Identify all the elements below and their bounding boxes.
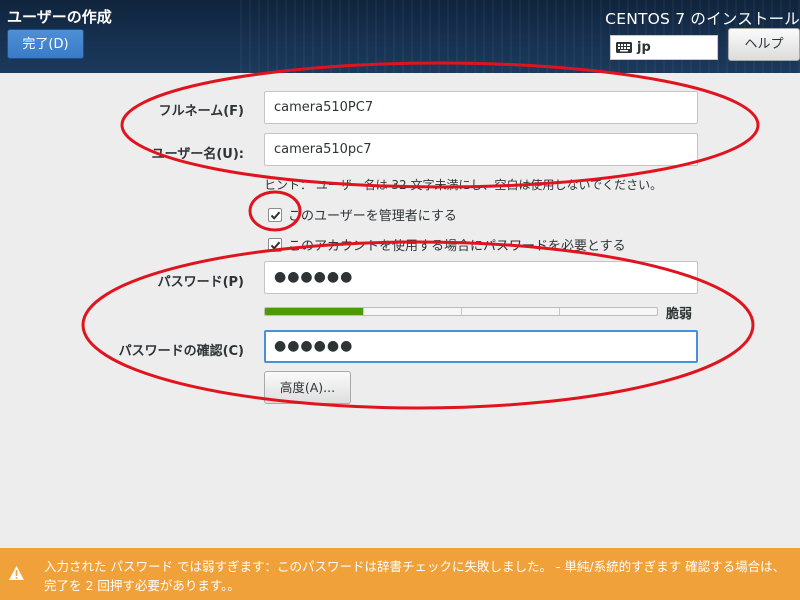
advanced-button[interactable]: 高度(A)... xyxy=(264,371,351,404)
admin-checkbox-label: このユーザーを管理者にする xyxy=(288,209,457,224)
warning-icon xyxy=(9,566,24,580)
confirm-password-label: パスワードの確認(C) xyxy=(118,344,244,359)
done-button[interactable]: 完了(D) xyxy=(7,29,84,59)
require-password-checkbox-label: このアカウントを使用する場合にパスワードを必要とする xyxy=(288,239,626,254)
keyboard-icon xyxy=(616,42,632,53)
annotation-ellipse-name-fields xyxy=(120,61,760,189)
keyboard-layout-indicator[interactable]: jp xyxy=(610,35,718,60)
checkmark-icon xyxy=(270,211,281,220)
fullname-label: フルネーム(F) xyxy=(158,104,244,119)
confirm-password-input[interactable]: ●●●●●● xyxy=(264,330,698,363)
checkmark-icon xyxy=(270,241,281,250)
header-bar: ユーザーの作成 完了(D) CENTOS 7 のインストール jp ヘルプ xyxy=(0,0,800,73)
username-hint: ヒント： ユーザー名は 32 文字未満にし、空白は使用しないでください。 xyxy=(264,178,663,192)
warning-bar[interactable]: 入力された パスワード では弱すぎます：このパスワードは辞書チェックに失敗しまし… xyxy=(0,548,800,600)
strength-divider xyxy=(363,308,364,315)
require-password-checkbox[interactable] xyxy=(268,237,282,252)
password-strength-bar xyxy=(264,307,658,316)
password-strength-fill xyxy=(265,308,363,315)
strength-divider xyxy=(461,308,462,315)
warning-message: 入力された パスワード では弱すぎます：このパスワードは辞書チェックに失敗しまし… xyxy=(44,559,786,593)
admin-checkbox-row[interactable]: このユーザーを管理者にする xyxy=(268,205,457,224)
admin-checkbox[interactable] xyxy=(268,207,282,222)
username-input[interactable]: camera510pc7 xyxy=(264,133,698,166)
password-label: パスワード(P) xyxy=(157,275,244,290)
keyboard-layout-label: jp xyxy=(637,40,651,55)
password-input[interactable]: ●●●●●● xyxy=(264,261,698,294)
page-title: ユーザーの作成 xyxy=(7,8,112,26)
help-button[interactable]: ヘルプ xyxy=(728,28,800,61)
username-label: ユーザー名(U): xyxy=(151,147,244,162)
strength-divider xyxy=(559,308,560,315)
password-strength-label: 脆弱 xyxy=(666,307,693,322)
annotation-overlay xyxy=(81,61,760,410)
product-title: CENTOS 7 のインストール xyxy=(605,10,800,28)
fullname-input[interactable]: camera510PC7 xyxy=(264,91,698,124)
require-password-checkbox-row[interactable]: このアカウントを使用する場合にパスワードを必要とする xyxy=(268,235,626,254)
